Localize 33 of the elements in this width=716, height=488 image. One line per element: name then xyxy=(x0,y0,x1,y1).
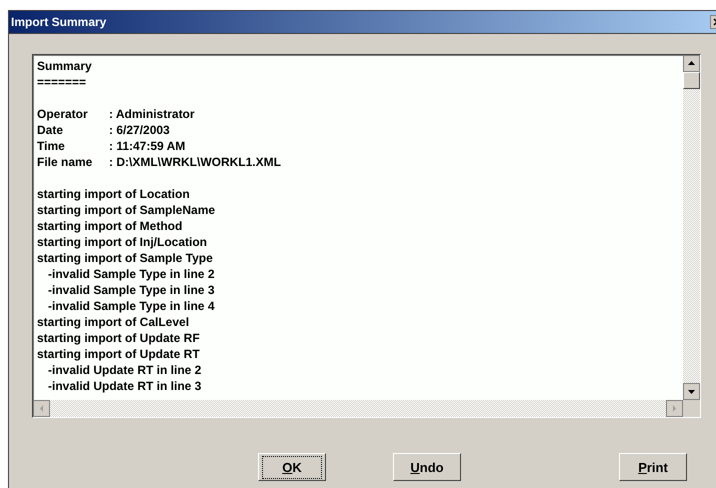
log-line: -invalid Sample Type in line 2 xyxy=(48,267,214,281)
field-value: : Administrator xyxy=(109,106,196,122)
heading-underline: ======= xyxy=(37,74,88,90)
scrollbar-corner xyxy=(683,400,700,417)
dialog-button[interactable]: OK xyxy=(258,453,326,481)
log-line: starting import of Method xyxy=(37,219,182,233)
field-label: Operator xyxy=(37,106,89,122)
field-value: : 6/27/2003 xyxy=(109,122,171,138)
dialog-button[interactable]: Undo xyxy=(393,453,461,481)
scroll-left-icon[interactable] xyxy=(33,400,50,417)
log-line: starting import of Sample Type xyxy=(37,251,213,265)
log-line: -invalid Sample Type in line 4 xyxy=(48,299,214,313)
log-line: -invalid Update RT in line 3 xyxy=(48,379,202,393)
log-line: starting import of Update RF xyxy=(37,331,200,345)
field-label: Time xyxy=(37,138,66,154)
scroll-up-icon[interactable] xyxy=(683,55,700,72)
log-line: starting import of Inj/Location xyxy=(37,235,207,249)
log-line: -invalid Update RT in line 2 xyxy=(48,363,202,377)
window-title: Import Summary xyxy=(11,15,106,29)
log-line: starting import of CalLevel xyxy=(37,315,190,329)
dialog-button[interactable]: Print xyxy=(619,453,687,481)
field-label: Date xyxy=(37,122,64,138)
field-label: File name xyxy=(37,154,94,170)
field-value: : 11:47:59 AM xyxy=(109,138,186,154)
field-value: : D:\XML\WRKL\WORKL1.XML xyxy=(109,154,281,170)
scroll-down-icon[interactable] xyxy=(683,383,700,400)
summary-heading: Summary xyxy=(37,58,93,74)
log-line: starting import of Update RT xyxy=(37,347,200,361)
scroll-thumb[interactable] xyxy=(683,72,700,89)
log-line: starting import of SampleName xyxy=(37,203,216,217)
log-line: -invalid Sample Type in line 3 xyxy=(48,283,214,297)
summary-text-area[interactable] xyxy=(32,54,701,418)
log-line: starting import of Location xyxy=(37,187,190,201)
